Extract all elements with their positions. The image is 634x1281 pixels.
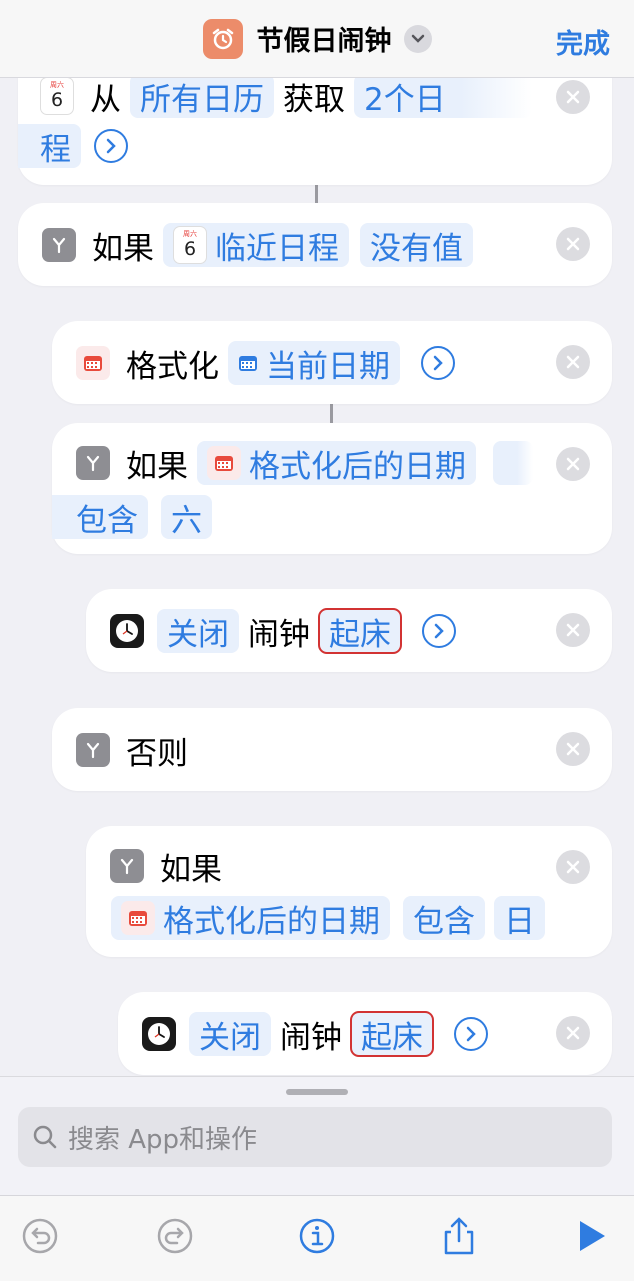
search-field[interactable]: 搜索 App和操作: [18, 1107, 612, 1167]
search-icon: [33, 1125, 57, 1149]
flow-connector: [315, 184, 318, 204]
formatted-date-pill[interactable]: 格式化后的日期: [197, 441, 476, 485]
bottom-toolbar: [0, 1195, 634, 1281]
condition-pill[interactable]: 没有值: [360, 223, 473, 267]
action-card-turn-off-alarm[interactable]: 关闭 闹钟 起床: [118, 992, 612, 1075]
expand-arrow-icon[interactable]: [454, 1017, 488, 1051]
alarm-clock-icon[interactable]: [202, 18, 243, 59]
if-branch-icon: [42, 228, 76, 262]
action-pill[interactable]: 关闭: [189, 1012, 271, 1056]
calendar-icon: 周六 6: [40, 77, 74, 115]
otherwise-label: 否则: [126, 735, 188, 772]
date-calendar-icon: [207, 446, 241, 480]
play-icon[interactable]: [572, 1216, 612, 1256]
expand-arrow-icon[interactable]: [94, 129, 128, 163]
event-count-pill[interactable]: 2个日: [354, 74, 532, 118]
chevron-down-icon[interactable]: [403, 24, 432, 53]
flow-connector: [330, 404, 333, 424]
shortcut-title[interactable]: 节假日闹钟: [257, 19, 392, 58]
alarm-name-pill[interactable]: 起床: [318, 608, 402, 654]
search-placeholder: 搜索 App和操作: [68, 1124, 258, 1155]
remove-action-icon[interactable]: [556, 850, 590, 884]
undo-icon[interactable]: [20, 1216, 60, 1256]
remove-action-icon[interactable]: [556, 345, 590, 379]
value-pill[interactable]: 日: [494, 896, 545, 940]
editor-header: 节假日闹钟 完成: [0, 0, 634, 78]
date-calendar-icon: [76, 346, 110, 380]
alarm-name-pill[interactable]: 起床: [350, 1011, 434, 1057]
from-label: 从: [90, 81, 121, 118]
if-branch-icon: [76, 446, 110, 480]
remove-action-icon[interactable]: [556, 227, 590, 261]
if-label: 如果: [126, 448, 188, 485]
date-calendar-icon: [121, 901, 155, 935]
remove-action-icon[interactable]: [556, 1016, 590, 1050]
action-card-if-contains-sunday[interactable]: 如果 格式化后的日期 包含 日: [86, 826, 612, 957]
expand-arrow-icon[interactable]: [422, 614, 456, 648]
action-pill[interactable]: 关闭: [157, 609, 239, 653]
alarm-label: 闹钟: [280, 1019, 342, 1056]
if-label: 如果: [92, 230, 154, 267]
expand-arrow-icon[interactable]: [421, 346, 455, 380]
remove-action-icon[interactable]: [556, 80, 590, 114]
upcoming-events-pill[interactable]: 周六 6 临近日程: [163, 223, 349, 267]
if-branch-icon: [110, 849, 144, 883]
action-card-if-contains-saturday[interactable]: 如果 格式化后的日期 包含 六: [52, 423, 612, 554]
condition-pill[interactable]: 包含: [403, 896, 485, 940]
if-branch-icon: [76, 733, 110, 767]
current-date-pill[interactable]: 当前日期: [228, 341, 400, 385]
if-label: 如果: [160, 851, 222, 888]
event-count-pill-cont[interactable]: 程: [18, 124, 81, 168]
calendar-icon: 周六 6: [173, 226, 207, 264]
done-button[interactable]: 完成: [556, 22, 610, 61]
remove-action-icon[interactable]: [556, 732, 590, 766]
sheet-grabber[interactable]: [286, 1089, 348, 1095]
remove-action-icon[interactable]: [556, 447, 590, 481]
calendar-source-pill[interactable]: 所有日历: [130, 74, 274, 118]
fade-overflow: [493, 441, 533, 485]
remove-action-icon[interactable]: [556, 613, 590, 647]
action-card-turn-off-alarm[interactable]: 关闭 闹钟 起床: [86, 589, 612, 672]
action-card-otherwise[interactable]: 否则: [52, 708, 612, 791]
formatted-date-pill[interactable]: 格式化后的日期: [111, 896, 390, 940]
get-label: 获取: [283, 81, 345, 118]
value-pill[interactable]: 六: [161, 495, 212, 539]
action-card-if-no-value[interactable]: 如果 周六 6 临近日程 没有值: [18, 203, 612, 286]
info-icon[interactable]: [297, 1216, 337, 1256]
date-calendar-icon: [239, 356, 257, 371]
condition-pill[interactable]: 包含: [52, 495, 148, 539]
format-label: 格式化: [126, 348, 219, 385]
share-icon[interactable]: [439, 1216, 479, 1256]
clock-icon: [110, 614, 144, 648]
action-search-sheet: 搜索 App和操作: [0, 1076, 634, 1281]
redo-icon[interactable]: [155, 1216, 195, 1256]
action-card-format-date[interactable]: 格式化 当前日期: [52, 321, 612, 404]
clock-icon: [142, 1017, 176, 1051]
alarm-label: 闹钟: [248, 616, 310, 653]
